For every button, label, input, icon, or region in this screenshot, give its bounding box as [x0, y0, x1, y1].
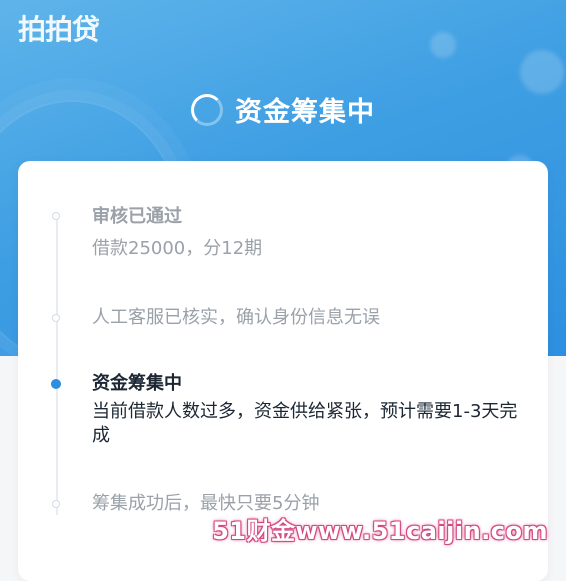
step-title: 人工客服已核实，确认身份信息无误	[92, 307, 380, 328]
decorative-bubble	[430, 32, 456, 58]
step-title: 审核已通过	[92, 206, 182, 227]
timeline-line	[56, 215, 58, 515]
decorative-bubble	[520, 50, 564, 94]
loading-spinner-icon	[191, 93, 223, 126]
step-description: 当前借款人数过多，资金供给紧张，预计需要1-3天完成	[92, 401, 518, 446]
app-logo: 拍拍贷	[18, 13, 100, 46]
step-dot-icon	[52, 500, 60, 508]
step-description: 借款25000，分12期	[92, 238, 263, 259]
step-dot-icon	[52, 212, 60, 220]
step-dot-icon	[52, 314, 60, 322]
step-title: 资金筹集中	[92, 373, 182, 394]
status-header: 资金筹集中	[0, 90, 566, 129]
status-title: 资金筹集中	[235, 97, 375, 128]
site-watermark: 51财金www.51caijin.com	[212, 517, 548, 545]
active-step-dot-icon	[51, 379, 61, 389]
